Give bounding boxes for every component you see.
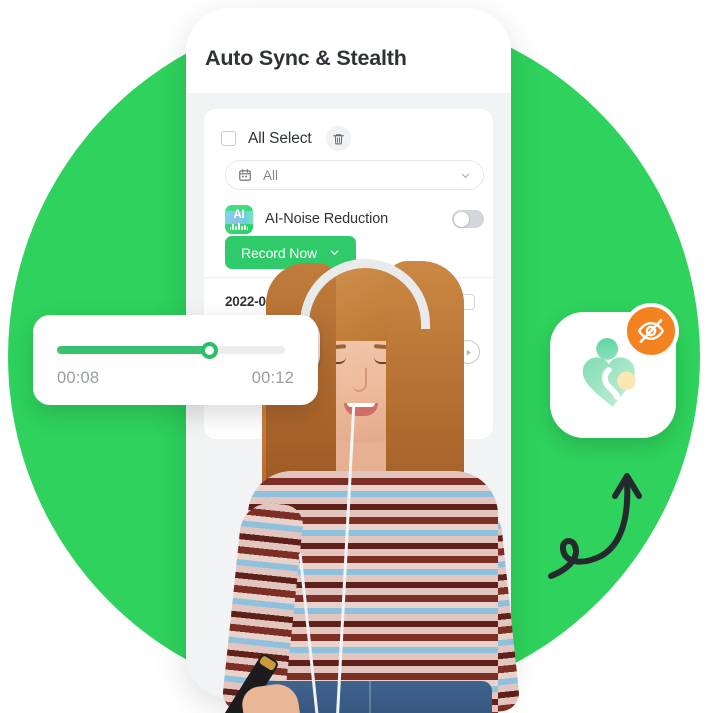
select-all-checkbox[interactable] bbox=[221, 131, 236, 146]
play-button[interactable] bbox=[456, 340, 480, 364]
ai-noise-reduction-label: AI-Noise Reduction bbox=[265, 211, 389, 227]
recording-checkbox[interactable] bbox=[459, 294, 475, 310]
audio-progress-track[interactable] bbox=[57, 341, 285, 359]
stealth-status-badge bbox=[623, 303, 679, 359]
trash-icon bbox=[332, 133, 344, 144]
recording-timestamp: 2022-05-17 10:00:00 bbox=[225, 294, 349, 309]
audio-player-card: 00:08 00:12 bbox=[33, 315, 318, 405]
chevron-down-icon bbox=[461, 173, 470, 178]
audio-current-time: 00:08 bbox=[57, 369, 100, 387]
promo-scene: Auto Sync & Stealth All Select All AI AI… bbox=[0, 0, 708, 713]
ai-badge-icon: AI bbox=[225, 204, 253, 234]
delete-button[interactable] bbox=[325, 126, 351, 151]
record-now-button[interactable]: Record Now bbox=[225, 236, 356, 269]
date-filter-value: All bbox=[263, 167, 279, 183]
app-icon-group bbox=[550, 303, 679, 438]
eye-off-icon bbox=[637, 319, 665, 343]
audio-progress-fill bbox=[57, 346, 210, 354]
audio-progress-handle[interactable] bbox=[201, 341, 219, 359]
select-all-row[interactable]: All Select bbox=[221, 126, 351, 151]
audio-time-row: 00:08 00:12 bbox=[57, 369, 294, 388]
chevron-down-icon bbox=[330, 250, 339, 255]
record-now-label: Record Now bbox=[240, 244, 318, 261]
page-title: Auto Sync & Stealth bbox=[205, 46, 407, 70]
ai-badge-label: AI bbox=[233, 208, 245, 221]
calendar-icon bbox=[239, 169, 251, 181]
ai-waveform-icon bbox=[225, 222, 253, 230]
audio-total-time: 00:12 bbox=[251, 369, 294, 387]
ai-noise-reduction-row[interactable]: AI AI-Noise Reduction bbox=[225, 204, 484, 234]
play-icon bbox=[466, 349, 471, 355]
select-all-label: All Select bbox=[248, 129, 312, 147]
ai-noise-reduction-toggle[interactable] bbox=[452, 210, 484, 228]
date-filter-dropdown[interactable]: All bbox=[225, 160, 484, 190]
toggle-knob bbox=[453, 211, 469, 227]
curved-arrow-icon bbox=[548, 473, 642, 579]
